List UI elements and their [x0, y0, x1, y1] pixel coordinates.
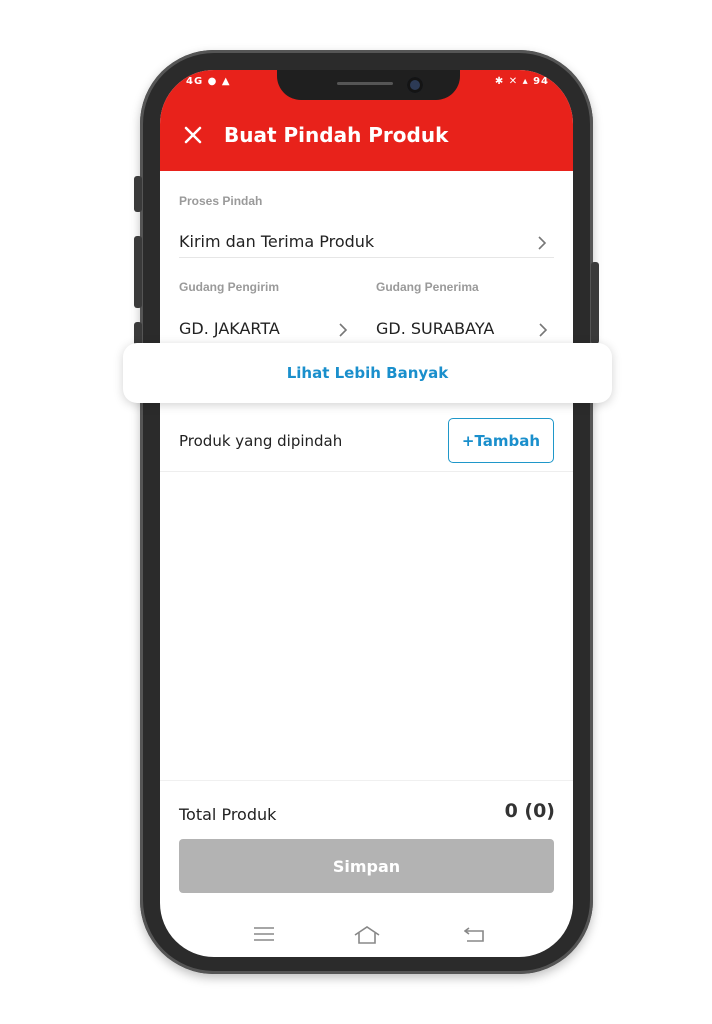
receiver-warehouse-value: GD. SURABAYA: [376, 319, 495, 338]
phone-screen: 4G ● ▲ ✱ ✕ ▴ 94 Buat Pindah Produk Prose…: [160, 70, 573, 957]
total-products-label: Total Produk: [179, 805, 277, 824]
process-value: Kirim dan Terima Produk: [179, 232, 375, 251]
side-button-volume-up: [134, 236, 142, 308]
sender-warehouse-label: Gudang Pengirim: [179, 280, 280, 294]
divider: [160, 780, 573, 781]
products-label: Produk yang dipindah: [179, 432, 343, 450]
receiver-warehouse-selector[interactable]: GD. SURABAYA: [376, 314, 555, 346]
divider: [179, 257, 554, 258]
save-button[interactable]: Simpan: [179, 839, 554, 893]
home-icon[interactable]: [353, 925, 381, 945]
chevron-right-icon: [539, 323, 548, 337]
system-nav-bar: [160, 913, 573, 957]
chevron-right-icon: [538, 236, 547, 250]
camera-notch: [277, 70, 460, 100]
status-bar-left: 4G ● ▲: [186, 76, 231, 87]
side-button-power: [591, 262, 599, 344]
menu-icon[interactable]: [253, 925, 275, 943]
sender-warehouse-selector[interactable]: GD. JAKARTA: [179, 314, 354, 346]
process-label: Proses Pindah: [179, 194, 263, 208]
speaker-grille: [337, 82, 393, 85]
side-button-top: [134, 176, 142, 212]
page-title: Buat Pindah Produk: [224, 123, 449, 147]
receiver-warehouse-label: Gudang Penerima: [376, 280, 479, 294]
sender-warehouse-value: GD. JAKARTA: [179, 319, 280, 338]
status-bar-right: ✱ ✕ ▴ 94: [494, 76, 549, 87]
chevron-right-icon: [339, 323, 348, 337]
process-selector[interactable]: Kirim dan Terima Produk: [179, 226, 555, 260]
total-products-value: 0 (0): [504, 800, 555, 822]
add-product-button[interactable]: +Tambah: [448, 418, 554, 463]
back-icon[interactable]: [464, 925, 486, 943]
close-icon[interactable]: [182, 124, 204, 146]
see-more-card[interactable]: Lihat Lebih Banyak: [123, 343, 612, 403]
see-more-link[interactable]: Lihat Lebih Banyak: [287, 364, 449, 382]
divider: [160, 471, 573, 472]
front-camera-icon: [407, 77, 423, 93]
